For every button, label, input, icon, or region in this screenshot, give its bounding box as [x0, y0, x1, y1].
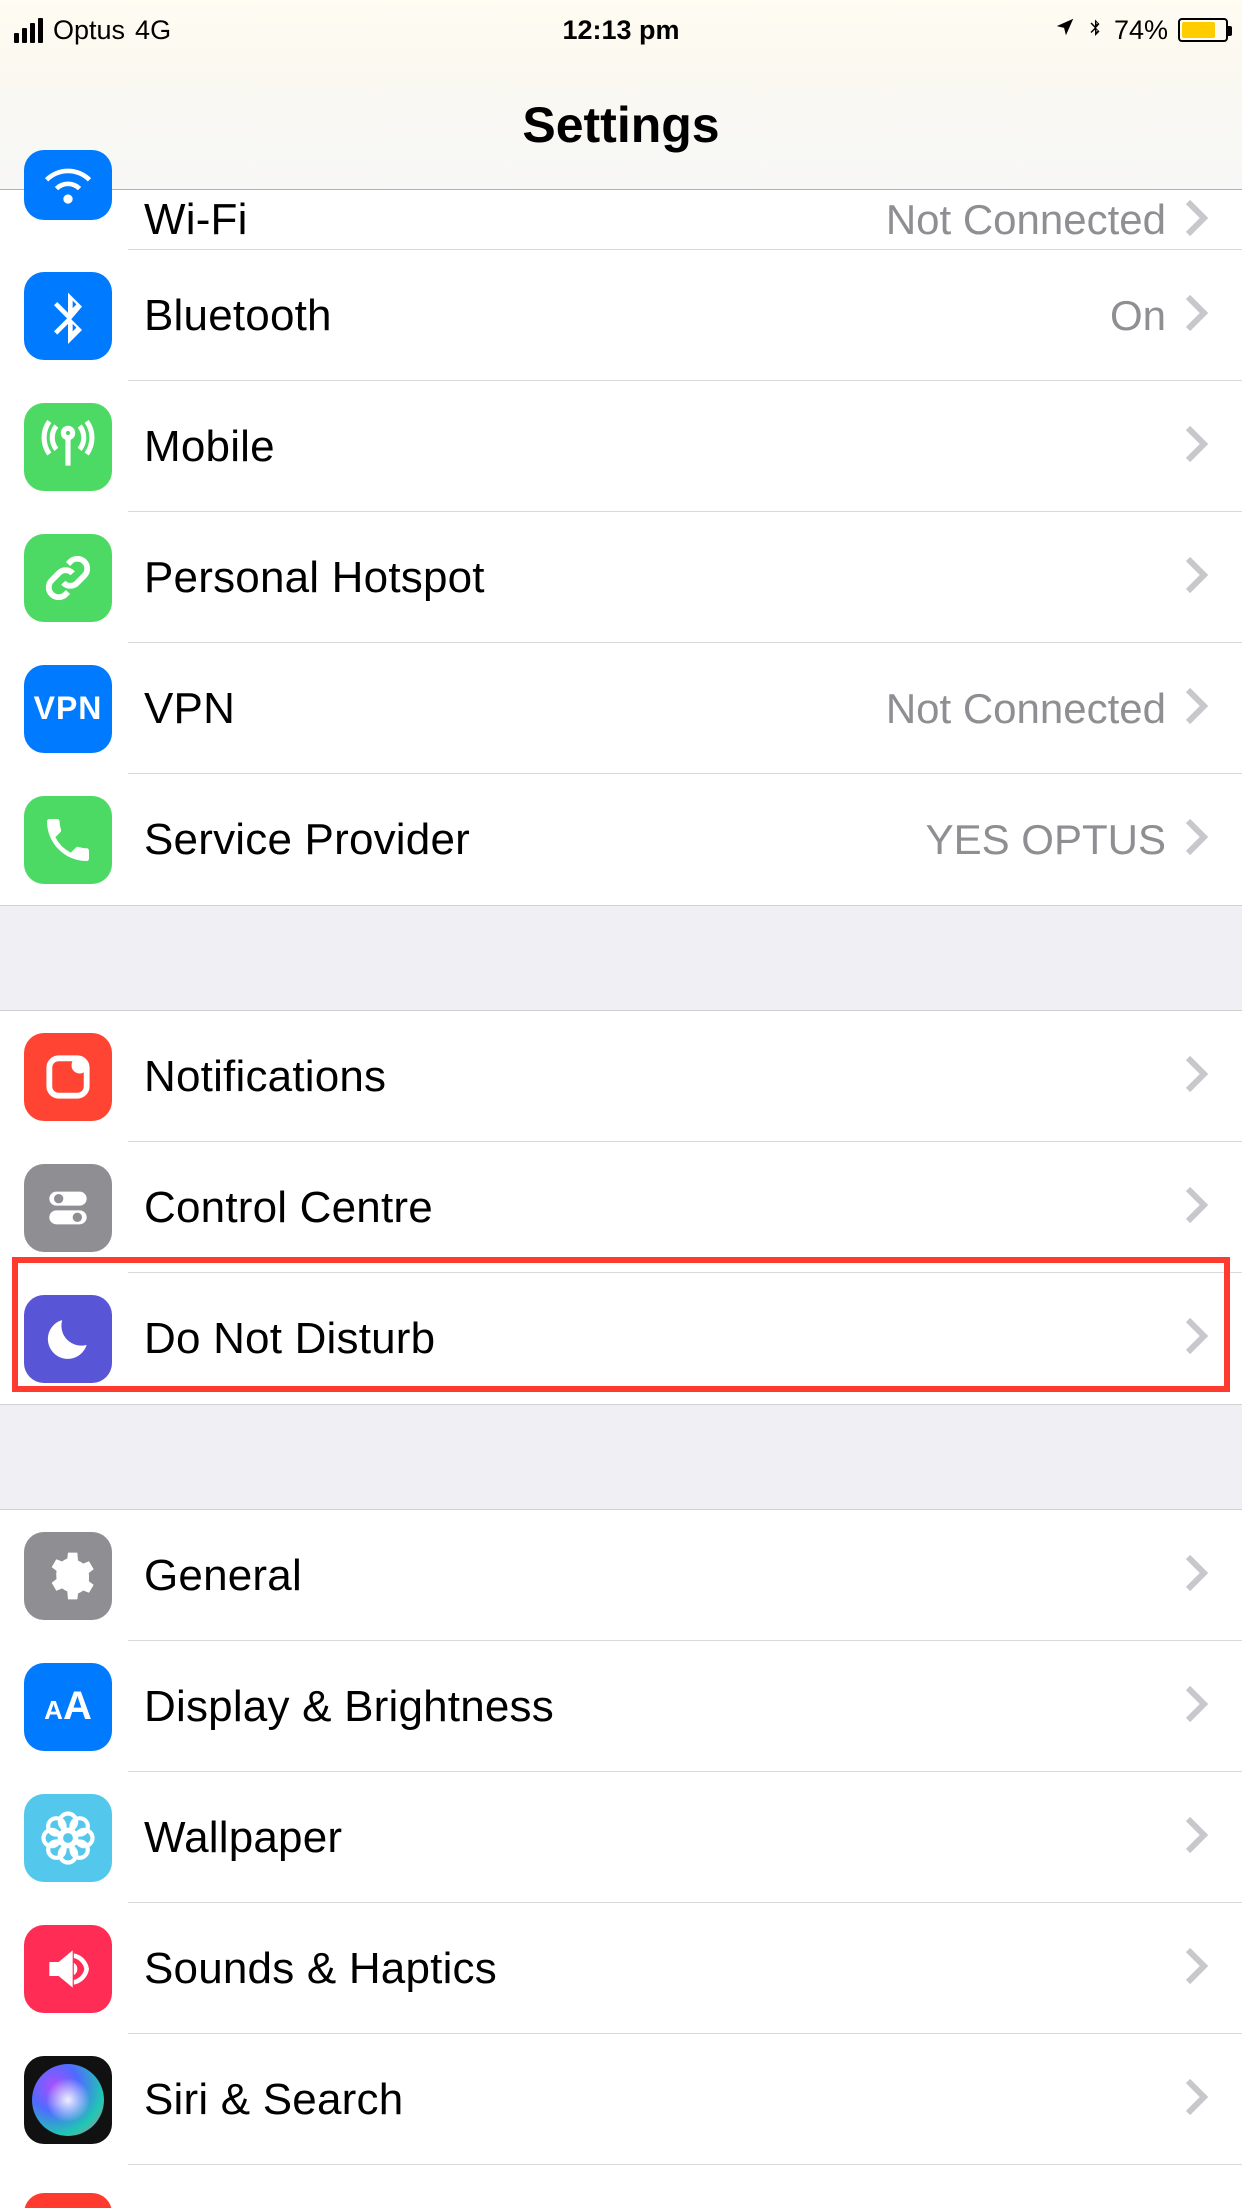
chevron-right-icon	[1184, 1684, 1208, 1729]
row-label: Mobile	[144, 422, 1184, 472]
siri-icon	[24, 2056, 112, 2144]
toggles-icon	[24, 1164, 112, 1252]
row-label: Wi-Fi	[144, 195, 886, 245]
antenna-icon	[24, 403, 112, 491]
row-value: On	[1110, 292, 1166, 340]
chevron-right-icon	[1184, 1815, 1208, 1860]
row-label: Control Centre	[144, 1183, 1184, 1233]
row-wallpaper[interactable]: Wallpaper	[0, 1772, 1242, 1903]
chevron-right-icon	[1184, 1185, 1208, 1230]
chevron-right-icon	[1184, 686, 1208, 731]
row-hotspot[interactable]: Personal Hotspot	[0, 512, 1242, 643]
row-label: Service Provider	[144, 815, 926, 865]
row-label: Display & Brightness	[144, 1682, 1184, 1732]
chevron-right-icon	[1184, 1316, 1208, 1361]
row-value: YES OPTUS	[926, 816, 1166, 864]
flower-icon	[24, 1794, 112, 1882]
chevron-right-icon	[1184, 1946, 1208, 1991]
row-service-provider[interactable]: Service Provider YES OPTUS	[0, 774, 1242, 905]
battery-icon	[1178, 18, 1228, 42]
gear-icon	[24, 1532, 112, 1620]
settings-list[interactable]: Wi-Fi Not Connected Bluetooth On Mobile	[0, 190, 1242, 2208]
row-control-centre[interactable]: Control Centre	[0, 1142, 1242, 1273]
chevron-right-icon	[1184, 817, 1208, 862]
row-notifications[interactable]: Notifications	[0, 1011, 1242, 1142]
row-value: Not Connected	[886, 196, 1166, 244]
chevron-right-icon	[1184, 198, 1208, 243]
row-value: Not Connected	[886, 685, 1166, 733]
row-touchid[interactable]	[0, 2165, 1242, 2208]
moon-icon	[24, 1295, 112, 1383]
section-connectivity: Wi-Fi Not Connected Bluetooth On Mobile	[0, 190, 1242, 905]
row-label: VPN	[144, 684, 886, 734]
row-siri-search[interactable]: Siri & Search	[0, 2034, 1242, 2165]
chevron-right-icon	[1184, 1054, 1208, 1099]
nav-bar: Settings	[0, 60, 1242, 190]
link-icon	[24, 534, 112, 622]
signal-strength-icon	[14, 18, 43, 43]
speaker-icon	[24, 1925, 112, 2013]
chevron-right-icon	[1184, 555, 1208, 600]
row-general[interactable]: General	[0, 1510, 1242, 1641]
row-sounds-haptics[interactable]: Sounds & Haptics	[0, 1903, 1242, 2034]
row-bluetooth[interactable]: Bluetooth On	[0, 250, 1242, 381]
section-separator	[0, 1404, 1242, 1510]
row-vpn[interactable]: VPN VPN Not Connected	[0, 643, 1242, 774]
wifi-icon	[24, 150, 112, 220]
bluetooth-icon	[24, 272, 112, 360]
row-label: Do Not Disturb	[144, 1314, 1184, 1364]
section-notifications: Notifications Control Centre Do Not Dist…	[0, 1011, 1242, 1404]
status-right: 74%	[1054, 15, 1228, 46]
row-label: Personal Hotspot	[144, 553, 1184, 603]
chevron-right-icon	[1184, 2077, 1208, 2122]
chevron-right-icon	[1184, 424, 1208, 469]
row-label: Notifications	[144, 1052, 1184, 1102]
notifications-icon	[24, 1033, 112, 1121]
vpn-icon: VPN	[24, 665, 112, 753]
bluetooth-status-icon	[1086, 15, 1104, 46]
row-label: General	[144, 1551, 1184, 1601]
row-label: Wallpaper	[144, 1813, 1184, 1863]
row-mobile[interactable]: Mobile	[0, 381, 1242, 512]
chevron-right-icon	[1184, 293, 1208, 338]
location-icon	[1054, 16, 1076, 45]
status-bar: Optus 4G 12:13 pm 74%	[0, 0, 1242, 60]
battery-percent: 74%	[1114, 15, 1168, 46]
row-display-brightness[interactable]: AA Display & Brightness	[0, 1641, 1242, 1772]
touchid-icon	[24, 2193, 112, 2208]
row-label: Bluetooth	[144, 291, 1110, 341]
carrier-label: Optus	[53, 15, 125, 46]
section-general: General AA Display & Brightness Wallpape…	[0, 1510, 1242, 2208]
row-label: Siri & Search	[144, 2075, 1184, 2125]
row-do-not-disturb[interactable]: Do Not Disturb	[0, 1273, 1242, 1404]
section-separator	[0, 905, 1242, 1011]
row-wifi[interactable]: Wi-Fi Not Connected	[0, 190, 1242, 250]
status-left: Optus 4G	[14, 15, 171, 46]
phone-icon	[24, 796, 112, 884]
chevron-right-icon	[1184, 1553, 1208, 1598]
network-type: 4G	[135, 15, 171, 46]
page-title: Settings	[522, 96, 719, 154]
text-size-icon: AA	[24, 1663, 112, 1751]
clock: 12:13 pm	[562, 15, 679, 46]
row-label: Sounds & Haptics	[144, 1944, 1184, 1994]
